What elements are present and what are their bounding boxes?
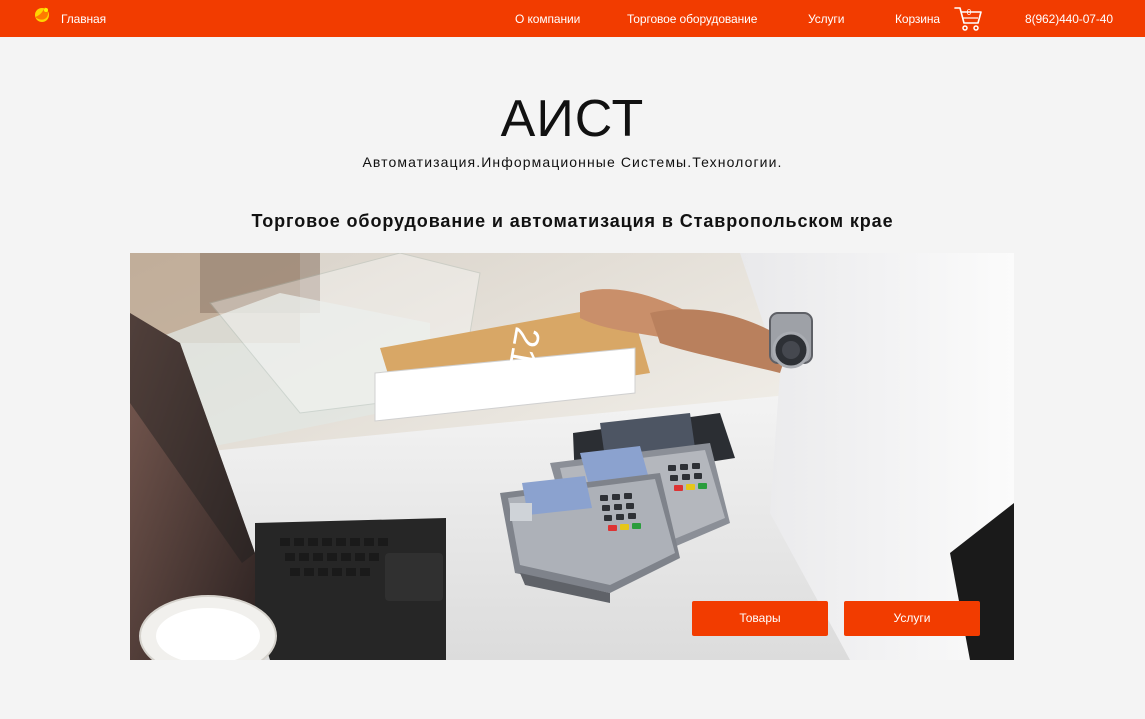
nav-about-link[interactable]: О компании [515, 12, 580, 26]
logo-icon[interactable] [31, 3, 53, 25]
site-subtitle: Автоматизация.Информационные Системы.Тех… [362, 154, 783, 170]
nav-equipment-link[interactable]: Торговое оборудование [627, 12, 757, 26]
page-headline: Торговое оборудование и автоматизация в … [251, 211, 894, 231]
svg-text:21: 21 [501, 324, 548, 371]
phone-link[interactable]: 8(962)440-07-40 [1025, 12, 1113, 26]
products-button[interactable]: Товары [692, 601, 828, 636]
hero-image: 21 Товары Услуги [130, 253, 1014, 660]
nav-cart-link[interactable]: Корзина [895, 12, 940, 26]
nav-home-link[interactable]: Главная [61, 12, 106, 26]
cart-count-badge: 0 [966, 8, 972, 17]
hero-photo-pos-terminals: 21 [130, 253, 1014, 660]
nav-services-link[interactable]: Услуги [808, 12, 844, 26]
services-button[interactable]: Услуги [844, 601, 980, 636]
site-title: АИСТ [500, 90, 645, 148]
top-navigation-bar: Главная О компании Торговое оборудование… [0, 0, 1145, 37]
